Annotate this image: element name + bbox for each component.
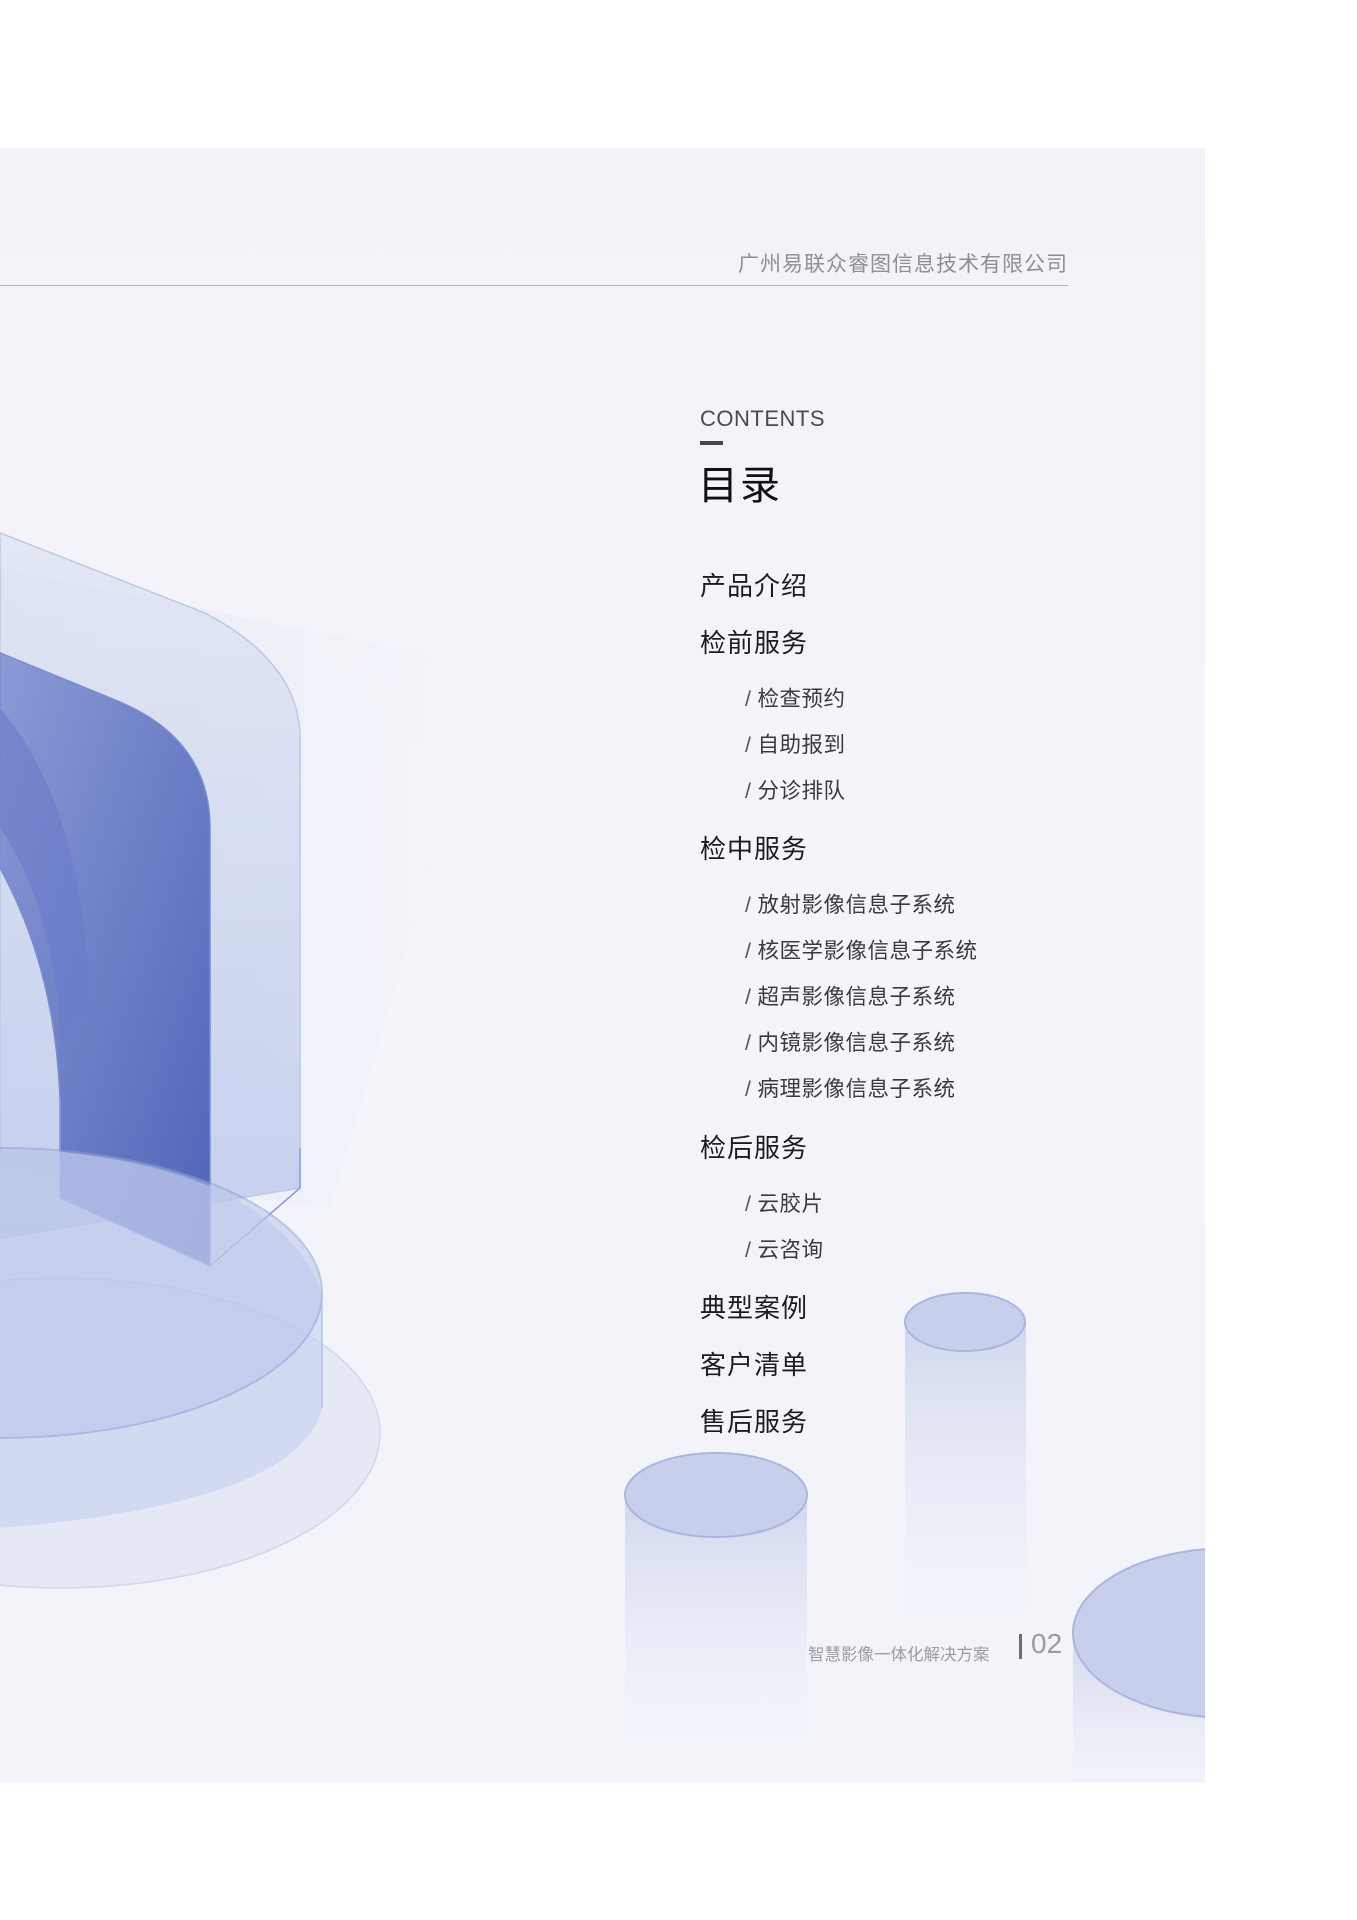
contents-accent-bar — [700, 441, 723, 445]
document-page: 广州易联众睿图信息技术有限公司 CONTENTS 目录 产品介绍 检前服务 / 检… — [0, 148, 1205, 1782]
separator: / — [745, 985, 752, 1009]
toc-item-label: 放射影像信息子系统 — [757, 893, 956, 918]
separator: / — [745, 1192, 752, 1216]
toc-section-cases[interactable]: 典型案例 — [700, 1288, 808, 1325]
separator: / — [745, 939, 752, 963]
toc-item[interactable]: / 云咨询 — [745, 1233, 824, 1264]
separator: / — [745, 1031, 752, 1055]
toc-item-label: 核医学影像信息子系统 — [757, 939, 978, 964]
toc-item[interactable]: / 核医学影像信息子系统 — [745, 934, 978, 965]
toc-item-label: 病理影像信息子系统 — [757, 1077, 956, 1102]
toc-item-label: 分诊排队 — [757, 779, 846, 804]
toc-item[interactable]: / 病理影像信息子系统 — [745, 1072, 956, 1103]
toc-item[interactable]: / 放射影像信息子系统 — [745, 888, 956, 919]
toc-section-post-exam[interactable]: 检后服务 — [700, 1128, 808, 1165]
separator: / — [745, 779, 752, 803]
toc-item-label: 云胶片 — [757, 1192, 824, 1217]
toc-item[interactable]: / 超声影像信息子系统 — [745, 980, 956, 1011]
isometric-illustration — [0, 532, 1205, 1782]
header-divider — [0, 285, 1068, 286]
separator: / — [745, 1238, 752, 1262]
toc-section-pre-exam[interactable]: 检前服务 — [700, 623, 808, 660]
contents-label: CONTENTS — [700, 406, 825, 431]
company-name: 广州易联众睿图信息技术有限公司 — [738, 252, 1068, 276]
toc-section-product-intro[interactable]: 产品介绍 — [700, 566, 808, 603]
separator: / — [745, 687, 752, 711]
footer-divider — [1019, 1634, 1022, 1659]
toc-item-label: 内镜影像信息子系统 — [757, 1031, 956, 1056]
toc-title: 目录 — [698, 463, 782, 509]
toc-section-in-exam[interactable]: 检中服务 — [700, 829, 808, 866]
toc-item-label: 云咨询 — [757, 1238, 824, 1263]
separator: / — [745, 733, 752, 757]
footer-doc-title: 智慧影像一体化解决方案 — [808, 1645, 990, 1664]
toc-section-clients[interactable]: 客户清单 — [700, 1345, 808, 1382]
separator: / — [745, 893, 752, 917]
toc-item-label: 检查预约 — [757, 687, 846, 712]
toc-section-after-sales[interactable]: 售后服务 — [700, 1402, 808, 1439]
toc-item[interactable]: / 云胶片 — [745, 1187, 824, 1218]
toc-item-label: 自助报到 — [757, 733, 846, 758]
page-number: 02 — [1031, 1628, 1063, 1659]
separator: / — [745, 1077, 752, 1101]
toc-item[interactable]: / 分诊排队 — [745, 774, 846, 805]
toc-item-label: 超声影像信息子系统 — [757, 985, 956, 1010]
toc-item[interactable]: / 检查预约 — [745, 682, 846, 713]
toc-item[interactable]: / 自助报到 — [745, 728, 846, 759]
toc-item[interactable]: / 内镜影像信息子系统 — [745, 1026, 956, 1057]
